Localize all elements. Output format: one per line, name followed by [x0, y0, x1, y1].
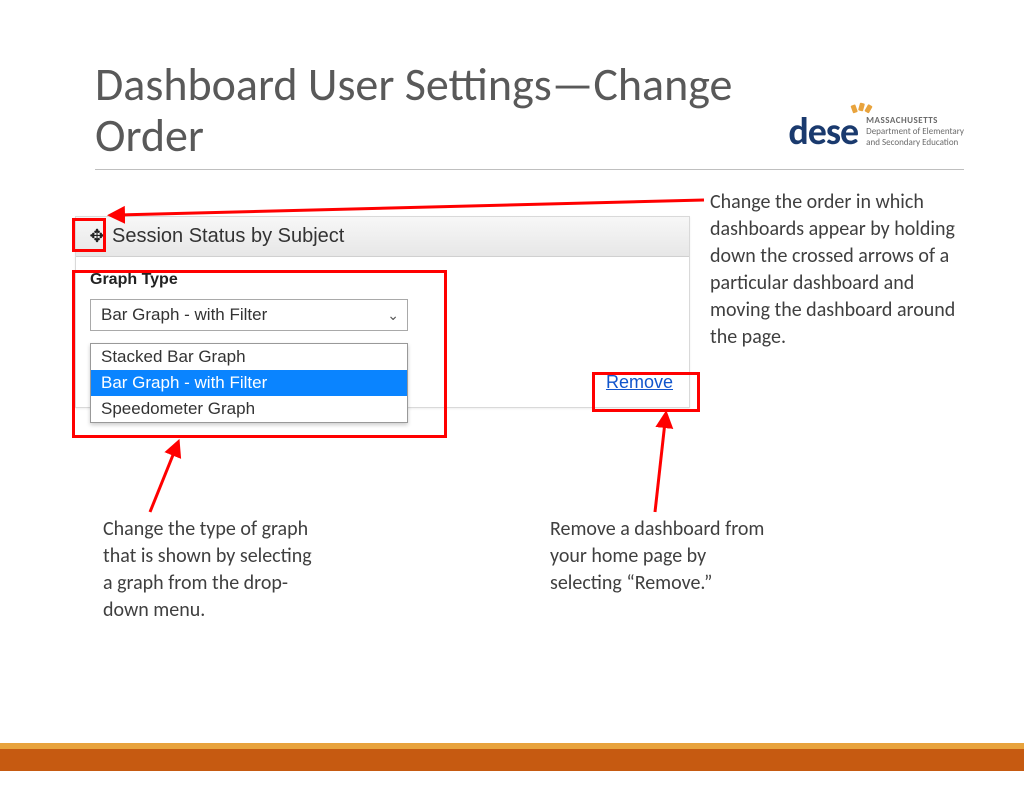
annotation-order: Change the order in which dashboards app… [710, 189, 960, 351]
annotation-remove: Remove a dashboard from your home page b… [550, 516, 780, 597]
dropdown-option[interactable]: Stacked Bar Graph [91, 344, 407, 370]
header: Dashboard User Settings—Change Order des… [95, 60, 964, 170]
annotation-graph: Change the type of graph that is shown b… [103, 516, 323, 624]
chevron-down-icon: ⌄ [387, 307, 399, 324]
logo-subtitle: MASSACHUSETTS Department of Elementary a… [866, 116, 964, 148]
dashboard-panel: ✥ Session Status by Subject Graph Type B… [75, 216, 690, 408]
logo-accent-icon [851, 103, 872, 111]
graph-type-selected: Bar Graph - with Filter [101, 305, 267, 325]
dese-logo: dese MASSACHUSETTS Department of Element… [788, 109, 964, 161]
move-handle-icon[interactable]: ✥ [86, 226, 108, 248]
dropdown-option[interactable]: Bar Graph - with Filter [91, 370, 407, 396]
graph-type-label: Graph Type [90, 271, 675, 289]
logo-wordmark: dese [788, 109, 858, 155]
graph-type-select[interactable]: Bar Graph - with Filter ⌄ [90, 299, 408, 331]
page-title: Dashboard User Settings—Change Order [95, 60, 788, 161]
panel-header: ✥ Session Status by Subject [76, 217, 689, 257]
panel-title: Session Status by Subject [112, 225, 344, 248]
logo-sub-line3: and Secondary Education [866, 138, 964, 149]
logo-wordmark-text: dese [788, 109, 858, 155]
dropdown-option[interactable]: Speedometer Graph [91, 396, 407, 422]
logo-sub-line2: Department of Elementary [866, 127, 964, 138]
graph-type-dropdown[interactable]: Stacked Bar Graph Bar Graph - with Filte… [90, 343, 408, 423]
remove-link[interactable]: Remove [606, 372, 673, 393]
footer-bar [0, 749, 1024, 771]
